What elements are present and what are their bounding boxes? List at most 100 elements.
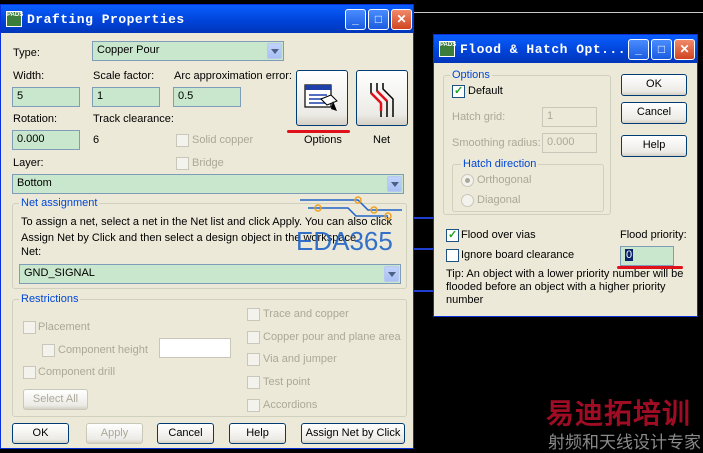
trace-line [413, 217, 433, 219]
net-field-label: Net: [21, 246, 42, 258]
flood-ok-button[interactable]: OK [621, 74, 687, 96]
ignore-board-clearance-checkbox[interactable] [446, 249, 459, 262]
flood-priority-field[interactable]: 0 [620, 246, 674, 266]
layer-select[interactable]: Bottom [12, 174, 404, 194]
rotation-field[interactable]: 0.000 [12, 130, 80, 150]
default-checkbox[interactable] [452, 84, 465, 98]
annotation-underline [617, 266, 683, 269]
chevron-down-icon[interactable] [387, 176, 402, 192]
pads-app-icon: PADS [439, 41, 456, 57]
type-select[interactable]: Copper Pour [92, 41, 284, 61]
chevron-down-icon[interactable] [384, 266, 399, 282]
net-label: Net [373, 134, 391, 146]
minimize-button[interactable]: _ [628, 39, 649, 60]
test-point-checkbox[interactable] [247, 376, 260, 389]
ignore-board-clearance-label: Ignore board clearance [461, 249, 575, 261]
chevron-down-icon[interactable] [267, 43, 282, 59]
copper-pour-label: Copper pour and plane area [263, 331, 401, 343]
smoothing-radius-field[interactable]: 0.000 [542, 133, 597, 153]
component-drill-checkbox[interactable] [23, 366, 36, 379]
accordions-label: Accordions [263, 399, 318, 411]
training-watermark-title: 易迪拓培训 [546, 397, 692, 430]
restrictions-title: Restrictions [19, 293, 81, 305]
solid-copper-label: Solid copper [192, 134, 254, 146]
flood-over-vias-label: Flood over vias [461, 229, 536, 241]
minimize-button[interactable]: _ [345, 9, 366, 30]
training-watermark-subtitle: 射频和天线设计专家 [548, 433, 701, 453]
scale-factor-field[interactable]: 1 [92, 87, 160, 107]
options-label: Options [304, 134, 342, 146]
flood-options-group: Options Default Hatch grid: 1 Smoothing … [443, 69, 611, 215]
flood-title-bar[interactable]: PADS Flood & Hatch Opt... _ □ ✕ [434, 35, 697, 63]
window-title: Flood & Hatch Opt... [460, 42, 627, 57]
type-value: Copper Pour [97, 44, 160, 56]
layer-value: Bottom [17, 177, 52, 189]
hatch-grid-label: Hatch grid: [452, 111, 506, 123]
apply-button[interactable]: Apply [86, 423, 143, 444]
component-height-checkbox[interactable] [42, 344, 55, 357]
via-and-jumper-label: Via and jumper [263, 353, 337, 365]
component-height-field[interactable] [159, 338, 231, 358]
eda365-circuit-logo [300, 196, 402, 220]
component-height-label: Component height [58, 344, 148, 356]
options-dialog-icon [304, 84, 338, 111]
maximize-button[interactable]: □ [651, 39, 672, 60]
flood-options-title: Options [450, 69, 492, 81]
board-outline-line [413, 12, 703, 13]
trace-line [413, 248, 433, 250]
test-point-label: Test point [263, 376, 311, 388]
smoothing-radius-label: Smoothing radius: [452, 137, 541, 149]
width-label: Width: [13, 70, 45, 82]
solid-copper-checkbox[interactable] [176, 134, 189, 147]
ok-button[interactable]: OK [12, 423, 69, 444]
hatch-grid-field[interactable]: 1 [542, 107, 597, 127]
cancel-button[interactable]: Cancel [157, 423, 214, 444]
flood-help-button[interactable]: Help [621, 135, 687, 157]
arc-error-field[interactable]: 0.5 [173, 87, 241, 107]
pads-app-icon: PADS [6, 11, 23, 27]
track-clearance-label: Track clearance: [93, 113, 174, 125]
accordions-checkbox[interactable] [247, 399, 260, 412]
flood-over-vias-checkbox[interactable] [446, 228, 459, 242]
flood-priority-value: 0 [625, 249, 634, 261]
hatch-direction-title: Hatch direction [461, 158, 539, 170]
type-label: Type: [13, 47, 40, 59]
flood-cancel-button[interactable]: Cancel [621, 102, 687, 124]
bridge-checkbox[interactable] [176, 157, 189, 170]
close-button[interactable]: ✕ [674, 39, 695, 60]
annotation-underline [287, 130, 350, 133]
tip-text: Tip: An object with a lower priority num… [446, 268, 684, 306]
placement-label: Placement [38, 321, 90, 333]
restrictions-group: Restrictions Placement Component height … [12, 293, 407, 417]
scale-factor-label: Scale factor: [93, 70, 155, 82]
drafting-title-bar[interactable]: PADS Drafting Properties _ □ ✕ [1, 5, 413, 33]
flood-hatch-options-window: PADS Flood & Hatch Opt... _ □ ✕ Options … [433, 34, 698, 317]
orthogonal-label: Orthogonal [477, 174, 532, 186]
track-clearance-value: 6 [93, 134, 100, 146]
orthogonal-radio[interactable] [461, 174, 474, 187]
net-value: GND_SIGNAL [24, 267, 95, 279]
layer-label: Layer: [13, 157, 44, 169]
via-and-jumper-checkbox[interactable] [247, 353, 260, 366]
assign-net-by-click-button[interactable]: Assign Net by Click [301, 423, 405, 444]
select-all-button[interactable]: Select All [23, 389, 88, 410]
net-select[interactable]: GND_SIGNAL [19, 264, 401, 284]
net-button[interactable] [356, 70, 408, 126]
window-title: Drafting Properties [27, 12, 185, 27]
component-drill-label: Component drill [38, 366, 116, 378]
trace-line [413, 290, 433, 292]
placement-checkbox[interactable] [23, 321, 36, 334]
options-button[interactable] [296, 70, 348, 126]
hatch-direction-group: Hatch direction Orthogonal Diagonal [452, 158, 604, 212]
maximize-button[interactable]: □ [368, 9, 389, 30]
bridge-label: Bridge [192, 157, 224, 169]
copper-pour-checkbox[interactable] [247, 331, 260, 344]
help-button[interactable]: Help [229, 423, 286, 444]
diagonal-radio[interactable] [461, 194, 474, 207]
close-button[interactable]: ✕ [391, 9, 412, 30]
width-field[interactable]: 5 [12, 87, 80, 107]
eda365-watermark: EDA365 [296, 226, 393, 256]
arc-error-label: Arc approximation error: [174, 70, 292, 82]
trace-and-copper-label: Trace and copper [263, 308, 349, 320]
trace-and-copper-checkbox[interactable] [247, 308, 260, 321]
